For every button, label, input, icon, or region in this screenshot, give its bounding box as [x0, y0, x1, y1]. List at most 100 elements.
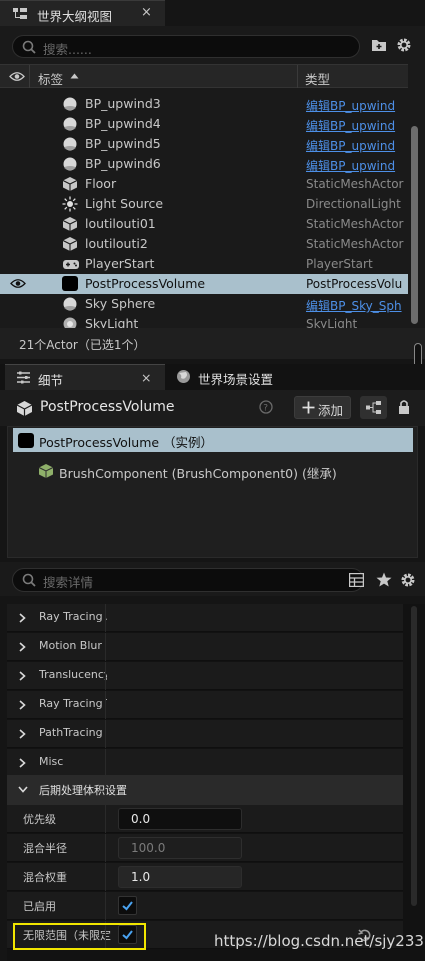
outliner-row[interactable]: loutilouti01 StaticMeshActor: [0, 214, 408, 234]
outliner-row-name: PlayerStart: [85, 256, 155, 271]
outliner-row[interactable]: BP_upwind3 编辑BP_upwind: [0, 94, 408, 114]
chevron-right-icon: [19, 642, 26, 652]
edit-blueprint-link[interactable]: 编辑BP_Sky_Sph: [306, 297, 408, 314]
lock-icon[interactable]: [397, 399, 411, 415]
blend-weight-value: 1.0: [131, 870, 151, 884]
outliner-status-bar: 21个Actor（已选1个）: [0, 328, 425, 359]
collapsed-section[interactable]: Ray Tracing T: [7, 691, 403, 719]
details-scrollbar[interactable]: [403, 604, 425, 961]
eye-icon[interactable]: [10, 278, 26, 289]
outliner-list: BP_upwind3 编辑BP_upwind BP_upwind4 编辑BP_upwi…: [0, 88, 408, 328]
component-root-item[interactable]: PostProcessVolume （实例）: [13, 428, 413, 452]
outliner-scrollbar[interactable]: [408, 64, 425, 328]
edit-blueprint-link[interactable]: 编辑BP_upwind: [306, 97, 408, 114]
section-label: Ray Tracing T: [39, 697, 107, 710]
edit-blueprint-link[interactable]: 编辑BP_upwind: [306, 137, 408, 154]
outliner-tab[interactable]: 世界大纲视图 ×: [0, 0, 165, 26]
property-row-blend-radius: 混合半径 100.0: [7, 834, 403, 862]
outliner-row[interactable]: loutilouti2 StaticMeshActor: [0, 234, 408, 254]
blend-radius-input[interactable]: 100.0: [118, 837, 242, 859]
cube-icon: [62, 236, 78, 252]
outliner-row-name: BP_upwind5: [85, 136, 161, 151]
component-child-item[interactable]: BrushComponent (BrushComponent0) (继承): [36, 460, 416, 482]
outliner-row-type: StaticMeshActor: [306, 217, 404, 231]
section-label: Misc: [39, 755, 64, 768]
outliner-row[interactable]: BP_upwind6 编辑BP_upwind: [0, 154, 408, 174]
details-icon: [16, 371, 31, 384]
search-placeholder: 搜索详情: [43, 575, 94, 590]
priority-input[interactable]: 0.0: [118, 808, 242, 830]
sun-icon: [62, 196, 78, 212]
outliner-row-name: BP_upwind4: [85, 116, 161, 131]
close-icon[interactable]: ×: [141, 370, 151, 385]
outliner-icon: [12, 7, 28, 21]
outliner-row-name: Floor: [85, 176, 117, 191]
outliner-row[interactable]: Sky Sphere 编辑BP_Sky_Sph: [0, 294, 408, 314]
help-icon[interactable]: ?: [259, 400, 273, 414]
outliner-row-name: SkyLight: [85, 316, 139, 328]
settings-gear-icon[interactable]: [396, 37, 412, 53]
sphere-icon: [62, 116, 78, 132]
cube-icon: [62, 176, 78, 192]
search-placeholder: 搜索......: [43, 42, 92, 57]
outliner-row-type: DirectionalLight: [306, 197, 401, 211]
outliner-row[interactable]: BP_upwind4 编辑BP_upwind: [0, 114, 408, 134]
star-icon[interactable]: [376, 572, 392, 587]
add-component-button[interactable]: 添加: [294, 396, 351, 419]
component-child-label: BrushComponent (BrushComponent0) (继承): [59, 466, 337, 481]
chevron-down-icon: [18, 786, 28, 793]
column-type-header[interactable]: 类型: [305, 69, 330, 88]
outliner-title: 世界大纲视图: [37, 9, 113, 24]
outliner-row-name: BP_upwind6: [85, 156, 161, 171]
sort-ascending-icon[interactable]: [70, 73, 79, 79]
priority-value: 0.0: [131, 812, 151, 826]
enabled-checkbox[interactable]: [118, 896, 137, 915]
outliner-row-name: PostProcessVolume: [85, 276, 206, 291]
brush-cube-icon: [38, 463, 54, 479]
sphere-icon: [62, 156, 78, 172]
property-row-blend-weight: 混合权重 1.0: [7, 863, 403, 891]
volume-icon: [18, 433, 34, 448]
outliner-row[interactable]: Floor StaticMeshActor: [0, 174, 408, 194]
close-icon[interactable]: ×: [141, 5, 152, 20]
section-label: Ray Tracing A: [39, 610, 107, 623]
outliner-row-name: loutilouti01: [85, 216, 156, 231]
search-icon: [22, 40, 36, 54]
outliner-row[interactable]: BP_upwind5 编辑BP_upwind: [0, 134, 408, 154]
collapsed-section[interactable]: Translucency: [7, 662, 403, 690]
outliner-row[interactable]: SkyLight SkyLight: [0, 314, 408, 328]
globe-icon: [176, 369, 191, 384]
category-label: 后期处理体积设置: [39, 784, 127, 797]
collapsed-section[interactable]: Motion Blur: [7, 633, 403, 661]
add-folder-icon[interactable]: [371, 38, 387, 52]
watermark-text: https://blog.csdn.net/sjy2333: [214, 932, 425, 950]
edit-blueprint-link[interactable]: 编辑BP_upwind: [306, 117, 408, 134]
collapsed-section[interactable]: Misc: [7, 749, 403, 777]
outliner-row[interactable]: Light Source DirectionalLight: [0, 194, 408, 214]
tab-world-settings[interactable]: 世界场景设置: [168, 364, 318, 390]
chevron-right-icon: [19, 671, 26, 681]
sphere-icon: [62, 296, 78, 312]
details-search-input[interactable]: 搜索详情: [12, 568, 364, 592]
collapsed-section[interactable]: Ray Tracing A: [7, 604, 403, 632]
blueprint-button[interactable]: [360, 396, 387, 419]
edit-blueprint-link[interactable]: 编辑BP_upwind: [306, 157, 408, 174]
outliner-row-type: StaticMeshActor: [306, 177, 404, 191]
column-label-header[interactable]: 标签: [38, 69, 63, 88]
property-row-enabled: 已启用: [7, 892, 403, 920]
settings-gear-icon[interactable]: [400, 572, 416, 588]
volume-icon: [62, 276, 78, 291]
table-view-icon[interactable]: [349, 573, 364, 587]
sphere-icon: [62, 136, 78, 152]
tab-details[interactable]: 细节 ×: [5, 364, 165, 390]
category-post-process-volume-settings[interactable]: 后期处理体积设置: [7, 775, 403, 805]
section-label: Translucency: [39, 668, 107, 681]
outliner-toolbar: 搜索......: [0, 26, 425, 64]
actor-cube-icon: [16, 400, 33, 417]
collapsed-section[interactable]: PathTracing: [7, 720, 403, 748]
outliner-row[interactable]: PlayerStart PlayerStart: [0, 254, 408, 274]
outliner-search-input[interactable]: 搜索......: [12, 35, 360, 58]
blend-weight-input[interactable]: 1.0: [118, 866, 242, 888]
eye-icon[interactable]: [9, 71, 25, 82]
outliner-row[interactable]: PostProcessVolume PostProcessVolu: [0, 274, 408, 294]
